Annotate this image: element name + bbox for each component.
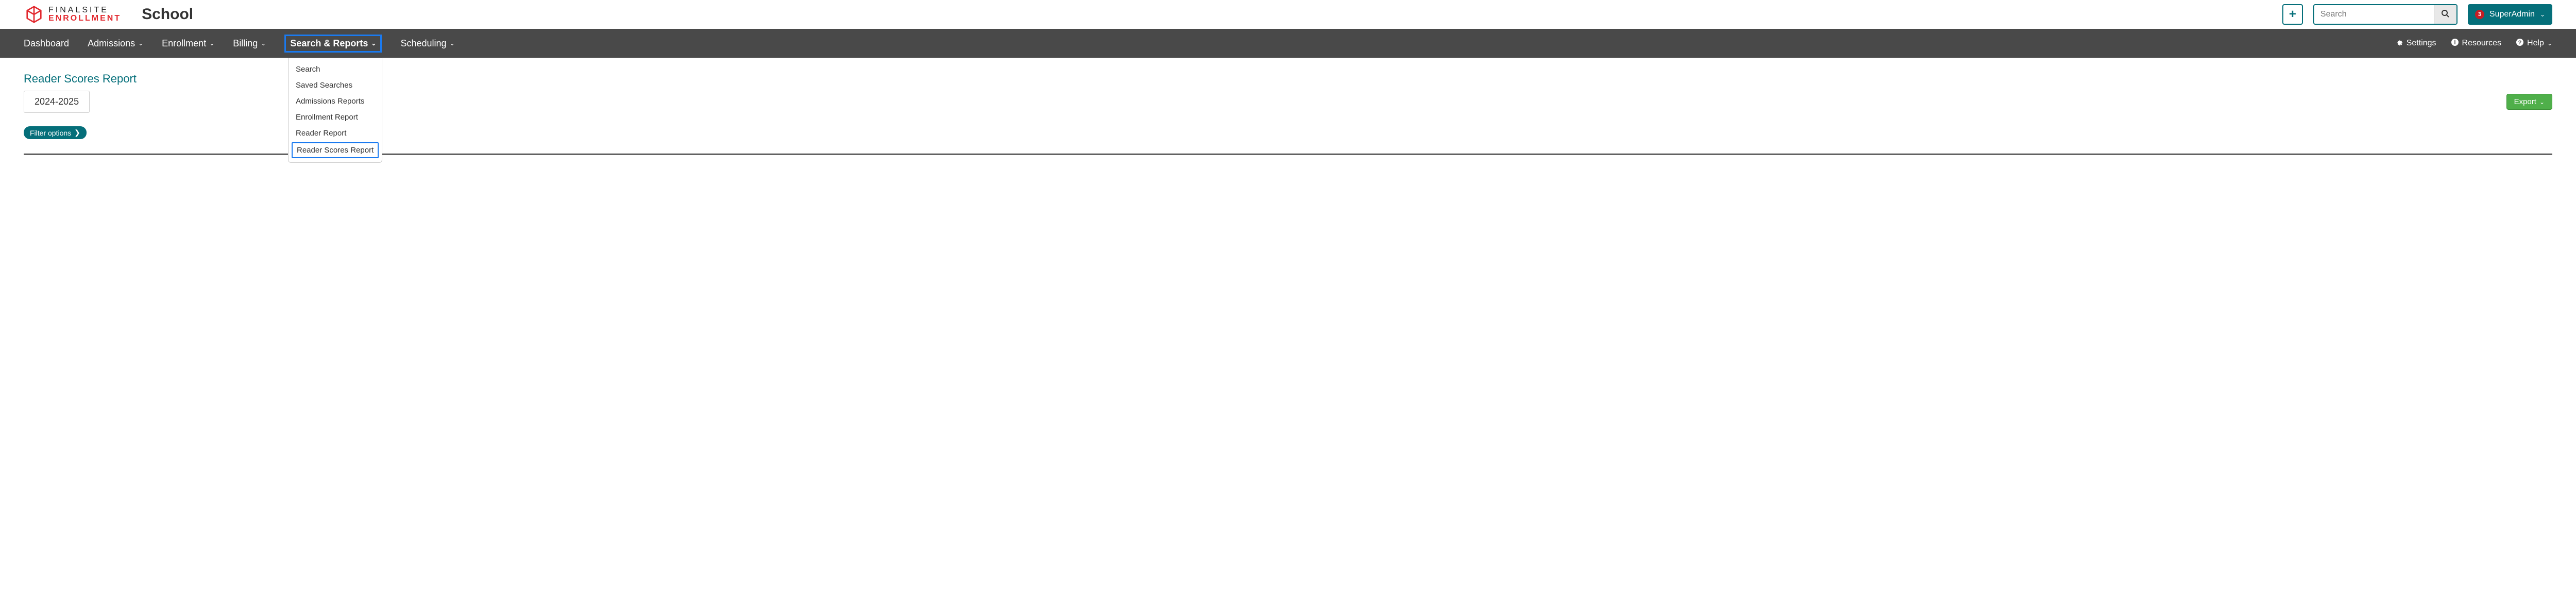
nav-label: Search & Reports — [290, 38, 368, 49]
divider — [24, 154, 2552, 155]
search-input[interactable] — [2314, 5, 2434, 24]
dropdown-item-search[interactable]: Search — [289, 61, 382, 77]
filter-options-button[interactable]: Filter options ❯ — [24, 126, 87, 139]
nav-util-label: Resources — [2462, 39, 2501, 48]
nav-billing[interactable]: Billing ⌄ — [233, 29, 266, 58]
user-name: SuperAdmin — [2489, 10, 2535, 19]
finalsite-logo-icon — [24, 4, 44, 25]
nav-util-label: Help — [2527, 39, 2544, 48]
nav-enrollment[interactable]: Enrollment ⌄ — [162, 29, 214, 58]
nav-dashboard[interactable]: Dashboard — [24, 29, 69, 58]
dropdown-item-reader-scores-report[interactable]: Reader Scores Report — [292, 142, 379, 158]
search-reports-dropdown: Search Saved Searches Admissions Reports… — [288, 58, 382, 163]
search-icon — [2441, 9, 2449, 20]
nav-admissions[interactable]: Admissions ⌄ — [88, 29, 143, 58]
chevron-down-icon: ⌄ — [2540, 11, 2545, 18]
nav-resources[interactable]: i Resources — [2451, 38, 2501, 49]
chevron-down-icon: ⌄ — [138, 40, 143, 47]
plus-icon: + — [2289, 7, 2296, 22]
page-content: Reader Scores Report 2024-2025 Export ⌄ … — [0, 58, 2576, 169]
dropdown-item-admissions-reports[interactable]: Admissions Reports — [289, 93, 382, 109]
info-icon: i — [2451, 38, 2459, 49]
nav-label: Billing — [233, 38, 258, 49]
brand-line2: ENROLLMENT — [48, 14, 121, 23]
chevron-right-icon: ❯ — [74, 128, 80, 137]
export-button[interactable]: Export ⌄ — [2506, 94, 2552, 110]
nav-label: Enrollment — [162, 38, 206, 49]
svg-text:?: ? — [2518, 40, 2522, 46]
dropdown-item-saved-searches[interactable]: Saved Searches — [289, 77, 382, 93]
nav-util-label: Settings — [2406, 39, 2436, 48]
nav-label: Dashboard — [24, 38, 69, 49]
nav-settings[interactable]: ✸ Settings — [2396, 38, 2436, 49]
chevron-down-icon: ⌄ — [450, 40, 455, 47]
gear-icon: ✸ — [2396, 38, 2403, 48]
chevron-down-icon: ⌄ — [261, 40, 266, 47]
notification-badge: 3 — [2475, 10, 2484, 19]
add-button[interactable]: + — [2282, 4, 2303, 25]
chevron-down-icon: ⌄ — [371, 40, 376, 47]
chevron-down-icon: ⌄ — [209, 40, 214, 47]
nav-search-reports[interactable]: Search & Reports ⌄ — [284, 35, 382, 53]
user-menu[interactable]: 3 SuperAdmin ⌄ — [2468, 4, 2552, 25]
search-box — [2313, 4, 2458, 25]
filter-label: Filter options — [30, 129, 71, 137]
help-icon: ? — [2516, 38, 2524, 49]
dropdown-item-reader-report[interactable]: Reader Report — [289, 125, 382, 141]
nav-label: Scheduling — [400, 38, 446, 49]
nav-help[interactable]: ? Help ⌄ — [2516, 38, 2552, 49]
nav-scheduling[interactable]: Scheduling ⌄ — [400, 29, 454, 58]
year-value: 2024-2025 — [35, 96, 79, 107]
page-title: Reader Scores Report — [24, 72, 2552, 86]
brand-line1: FINALSITE — [48, 6, 121, 14]
dropdown-item-enrollment-report[interactable]: Enrollment Report — [289, 109, 382, 125]
nav-bar: Dashboard Admissions ⌄ Enrollment ⌄ Bill… — [0, 29, 2576, 58]
chevron-down-icon: ⌄ — [2539, 98, 2545, 106]
logo: FINALSITE ENROLLMENT — [24, 4, 121, 25]
school-name: School — [142, 6, 193, 23]
year-selector[interactable]: 2024-2025 — [24, 91, 90, 113]
svg-text:i: i — [2454, 40, 2455, 46]
top-bar: FINALSITE ENROLLMENT School + 3 SuperAdm… — [0, 0, 2576, 29]
chevron-down-icon: ⌄ — [2547, 40, 2552, 47]
search-button[interactable] — [2434, 5, 2456, 24]
nav-label: Admissions — [88, 38, 135, 49]
export-label: Export — [2514, 97, 2536, 106]
